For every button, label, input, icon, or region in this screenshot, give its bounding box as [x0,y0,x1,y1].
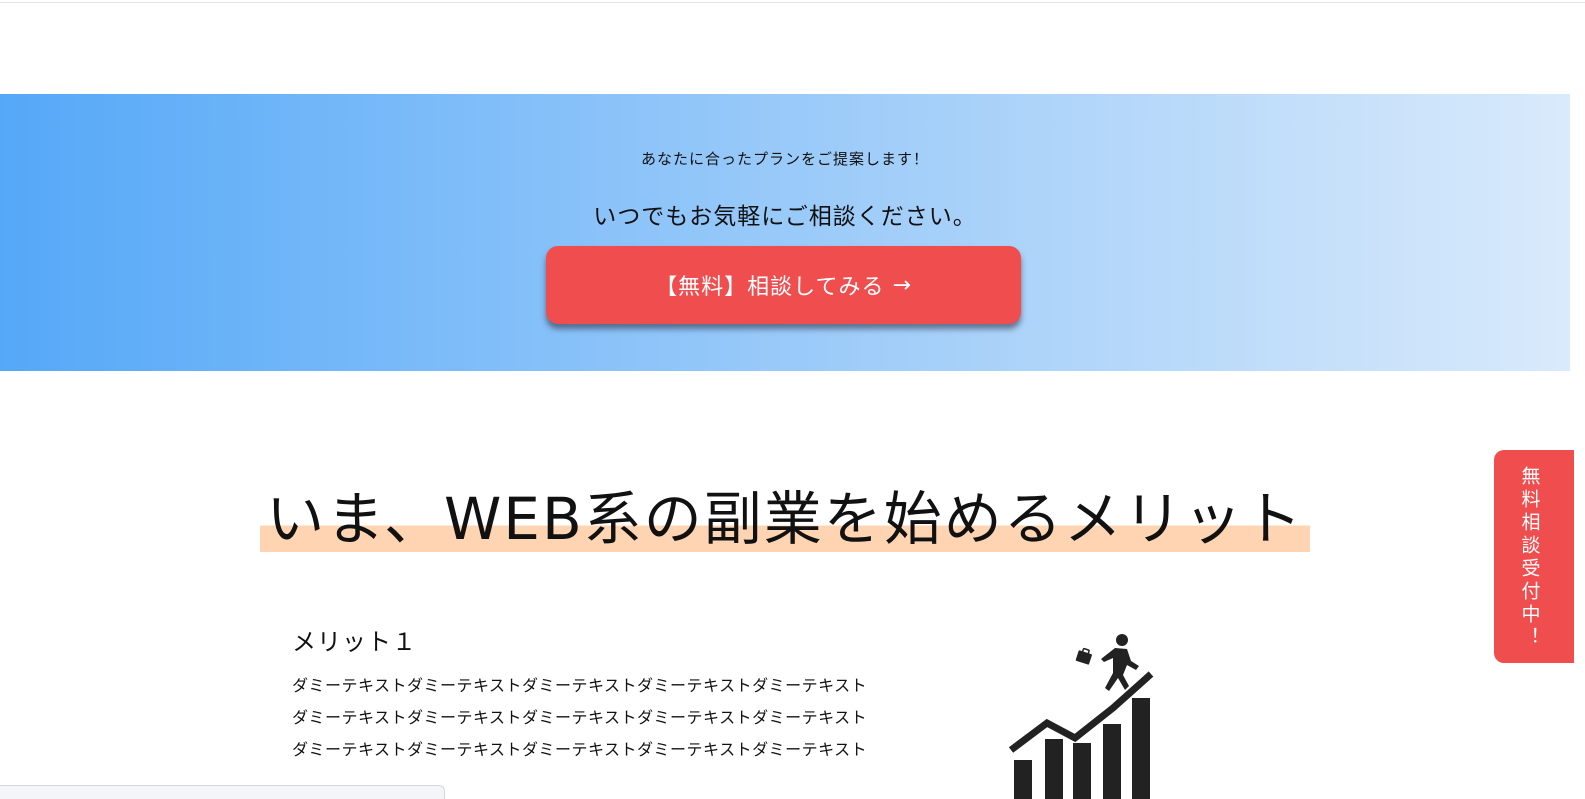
merit-body-line: ダミーテキストダミーテキストダミーテキストダミーテキストダミーテキスト [292,708,868,727]
cta-subtext: あなたに合ったプランをご提案します！ [640,150,929,168]
side-tab-label: 無料相談受付中！ [1518,466,1541,650]
merits-heading: いま、WEB系の副業を始めるメリット [260,478,1310,560]
cta-main-text: いつでもお気軽にご相談ください。 [593,204,977,230]
cta-banner: あなたに合ったプランをご提案します！ いつでもお気軽にご相談ください。 【無料】… [0,94,1570,371]
merit-body-line: ダミーテキストダミーテキストダミーテキストダミーテキストダミーテキスト [292,740,868,759]
merit-title: メリット１ [292,628,417,656]
arrow-right-icon: → [892,272,912,298]
free-consultation-side-tab[interactable]: 無料相談受付中！ [1494,450,1574,663]
merit-body-line: ダミーテキストダミーテキストダミーテキストダミーテキストダミーテキスト [292,676,868,695]
free-consultation-button[interactable]: 【無料】相談してみる → [546,246,1021,324]
header-divider [0,0,1585,3]
cta-button-label: 【無料】相談してみる [655,275,885,300]
business-growth-icon [1008,634,1154,799]
bottom-panel-edge [0,785,445,799]
merits-heading-wrap: いま、WEB系の副業を始めるメリット [0,478,1570,560]
merit-body: ダミーテキストダミーテキストダミーテキストダミーテキストダミーテキスト ダミーテ… [292,670,868,766]
page: あなたに合ったプランをご提案します！ いつでもお気軽にご相談ください。 【無料】… [0,0,1585,799]
